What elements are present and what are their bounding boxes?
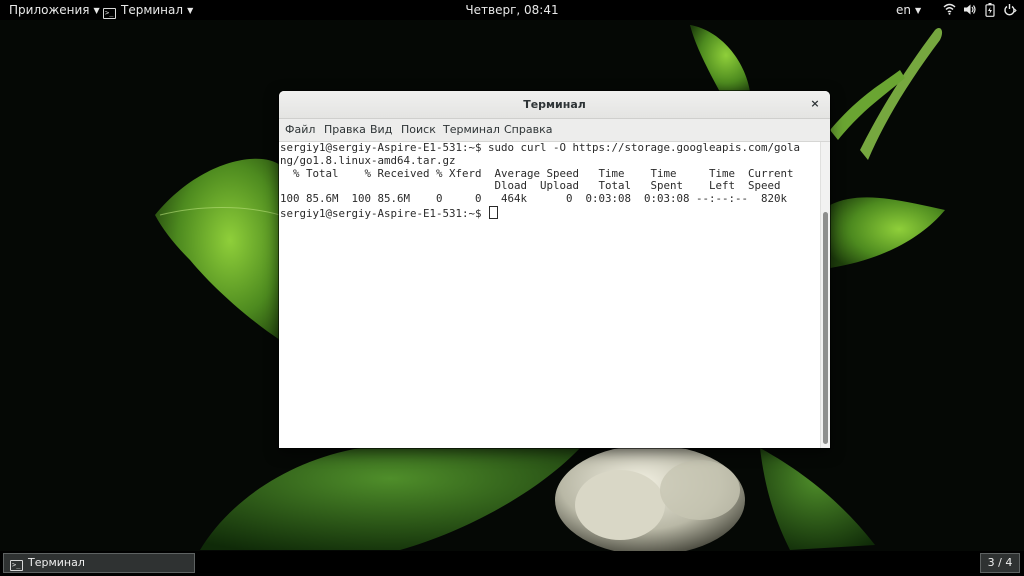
power-icon[interactable] bbox=[1003, 3, 1017, 16]
dropdown-arrow-icon: ▼ bbox=[93, 6, 100, 15]
menu-terminal[interactable]: Терминал bbox=[443, 119, 500, 141]
terminal-line: sergiy1@sergiy-Aspire-E1-531:~$ sudo cur… bbox=[280, 141, 801, 154]
bottom-panel: >_ Терминал 3 / 4 bbox=[0, 551, 1024, 576]
terminal-app-icon: >_ bbox=[103, 8, 116, 19]
workspace-label: 3 / 4 bbox=[987, 556, 1013, 569]
menu-bar: Файл Правка Вид Поиск Терминал Справка bbox=[279, 119, 830, 142]
terminal-line: 100 85.6M 100 85.6M 0 0 464k 0 0:03:08 0… bbox=[280, 192, 788, 206]
terminal-output[interactable]: sergiy1@sergiy-Aspire-E1-531:~$ sudo cur… bbox=[279, 141, 820, 448]
scrollbar[interactable] bbox=[820, 142, 830, 448]
window-title: Терминал bbox=[523, 98, 586, 111]
terminal-window: Терминал × Файл Правка Вид Поиск Термина… bbox=[279, 91, 830, 448]
clock[interactable]: Четверг, 08:41 bbox=[465, 3, 558, 17]
menu-view[interactable]: Вид bbox=[370, 119, 392, 141]
keyboard-layout-label: en bbox=[896, 3, 911, 17]
volume-icon[interactable] bbox=[963, 3, 976, 16]
menu-help[interactable]: Справка bbox=[504, 119, 552, 141]
close-button[interactable]: × bbox=[807, 96, 823, 112]
top-panel: Приложения ▼ >_ Терминал ▼ Четверг, 08:41 e… bbox=[0, 0, 1024, 20]
dropdown-arrow-icon: ▼ bbox=[915, 6, 922, 15]
app-menu-label: Терминал bbox=[121, 3, 184, 17]
battery-icon[interactable] bbox=[985, 3, 995, 17]
menu-file[interactable]: Файл bbox=[285, 119, 315, 141]
workspace-indicator[interactable]: 3 / 4 bbox=[980, 553, 1020, 573]
terminal-prompt-line[interactable]: sergiy1@sergiy-Aspire-E1-531:~$ bbox=[279, 205, 820, 221]
close-icon: × bbox=[810, 97, 820, 110]
applications-menu[interactable]: Приложения ▼ bbox=[9, 0, 100, 20]
window-titlebar[interactable]: Терминал × bbox=[279, 91, 830, 119]
taskbar-window-button[interactable]: >_ Терминал bbox=[3, 553, 195, 573]
wifi-icon[interactable] bbox=[943, 3, 956, 15]
terminal-app-icon: >_ bbox=[10, 560, 23, 571]
text-cursor bbox=[489, 205, 499, 219]
applications-label: Приложения bbox=[9, 3, 90, 17]
terminal-line: ng/go1.8.linux-amd64.tar.gz bbox=[280, 153, 456, 167]
taskbar-window-label: Терминал bbox=[28, 556, 85, 569]
keyboard-layout-menu[interactable]: en ▼ bbox=[896, 0, 921, 20]
terminal-prompt: sergiy1@sergiy-Aspire-E1-531:~$ bbox=[280, 206, 489, 220]
menu-edit[interactable]: Правка bbox=[324, 119, 366, 141]
menu-search[interactable]: Поиск bbox=[401, 119, 436, 141]
scrollbar-thumb[interactable] bbox=[823, 212, 828, 444]
dropdown-arrow-icon: ▼ bbox=[187, 6, 194, 15]
app-menu-terminal[interactable]: >_ Терминал ▼ bbox=[103, 0, 193, 20]
